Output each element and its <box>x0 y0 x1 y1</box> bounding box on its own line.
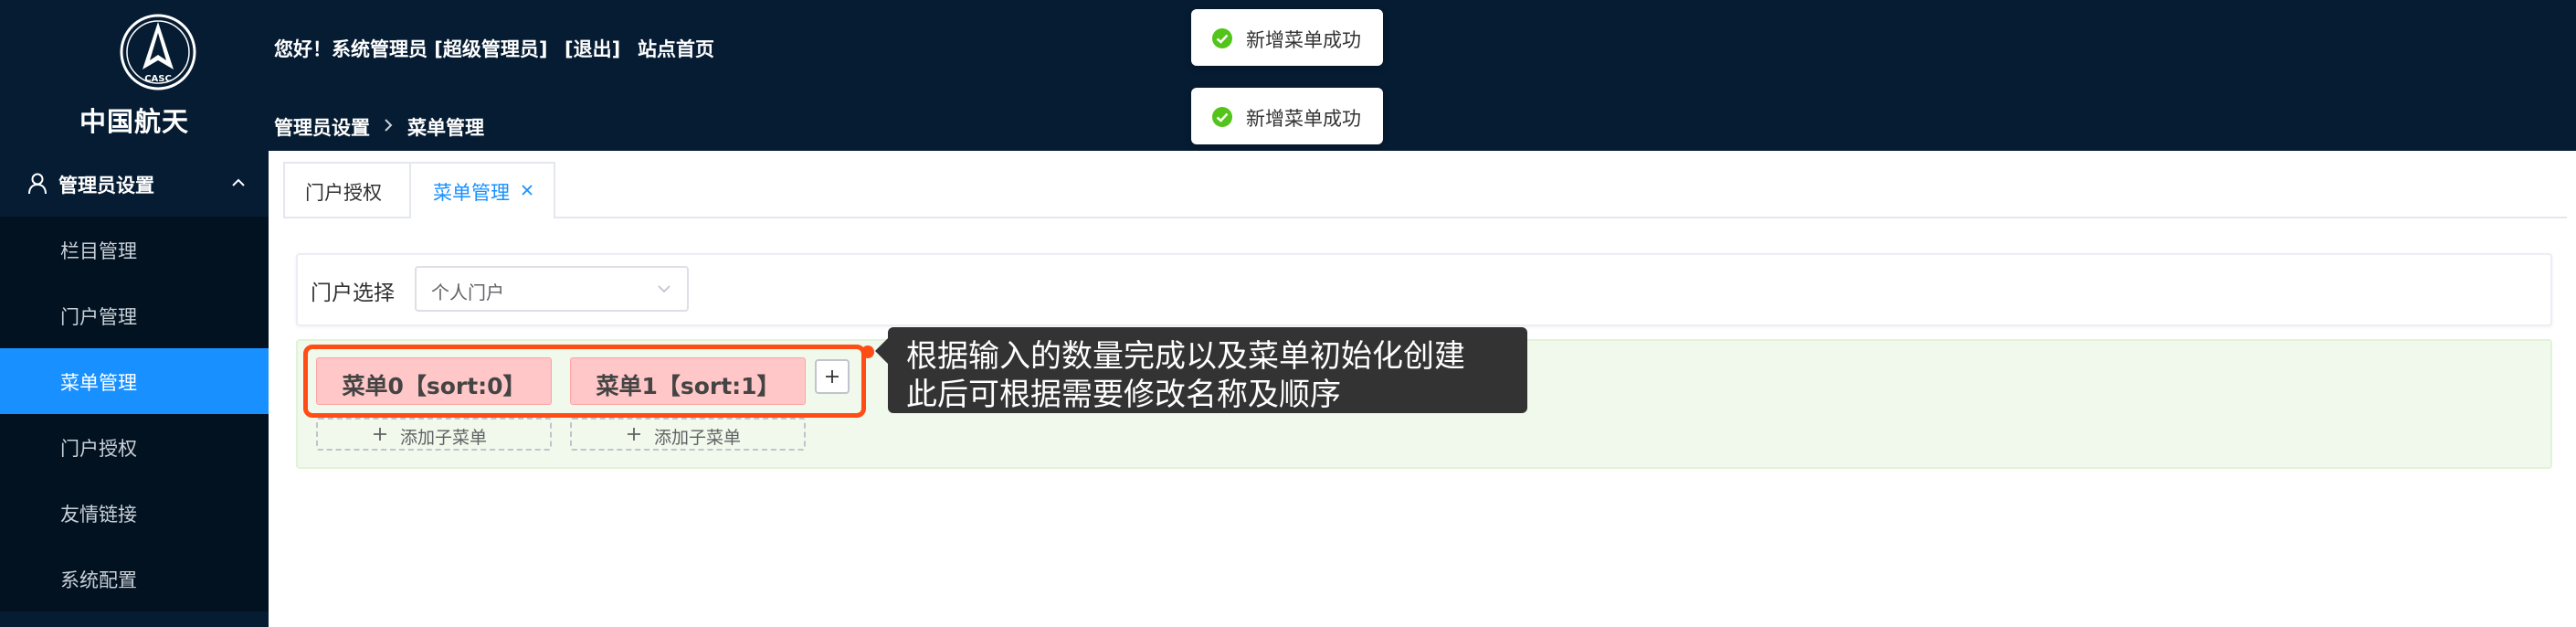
add-menu-button[interactable] <box>815 359 850 394</box>
casc-emblem-icon: CASC <box>120 14 196 90</box>
add-submenu-button[interactable]: 添加子菜单 <box>316 418 552 451</box>
portal-select-row: 门户选择 个人门户 <box>296 253 2552 326</box>
menu-item-label: 菜单0【sort:0】 <box>342 373 526 399</box>
sidebar-item-label: 友情链接 <box>60 504 137 526</box>
user-icon <box>28 173 47 195</box>
portal-select-label: 门户选择 <box>311 282 395 305</box>
sidebar-item-label: 栏目管理 <box>60 240 137 262</box>
sidebar-item-portal-management[interactable]: 门户管理 <box>0 282 269 348</box>
menu-item-chip[interactable]: 菜单0【sort:0】 <box>316 357 552 405</box>
sidebar-item-column-management[interactable]: 栏目管理 <box>0 217 269 282</box>
app-root: CASC 中国航天 管理员设置 栏目管理 门户管理 菜单管理 门户授权 友情链接… <box>0 0 2576 627</box>
tab-bar: 门户授权 菜单管理 <box>283 162 2567 218</box>
greeting-text: 您好！系统管理员 [超级管理员] <box>274 38 548 60</box>
check-circle-icon <box>1212 28 1232 48</box>
portal-select[interactable]: 个人门户 <box>415 266 689 312</box>
tab-label: 菜单管理 <box>433 182 510 204</box>
plus-icon <box>826 370 839 383</box>
sidebar-item-menu-management[interactable]: 菜单管理 <box>0 348 269 414</box>
add-submenu-label: 添加子菜单 <box>400 428 488 448</box>
chevron-down-icon <box>658 285 670 293</box>
menu-item-label: 菜单1【sort:1】 <box>596 373 780 399</box>
success-toast: 新增菜单成功 <box>1191 9 1383 66</box>
check-circle-icon <box>1212 107 1232 127</box>
sidebar-item-label: 门户授权 <box>60 438 137 460</box>
breadcrumb-item-menu-management: 菜单管理 <box>407 117 484 139</box>
portal-select-value: 个人门户 <box>431 282 504 303</box>
tab-portal-authorization[interactable]: 门户授权 <box>283 162 411 217</box>
plus-icon <box>628 428 640 441</box>
sidebar-group-admin-settings[interactable]: 管理员设置 <box>0 151 269 217</box>
tab-label: 门户授权 <box>305 182 382 204</box>
close-icon[interactable] <box>521 184 533 197</box>
chevron-up-icon <box>232 178 245 186</box>
add-submenu-label: 添加子菜单 <box>654 428 742 448</box>
emblem-text: CASC <box>144 74 172 84</box>
callout-tail <box>875 338 888 364</box>
toast-message: 新增菜单成功 <box>1246 108 1361 130</box>
callout-line-2: 此后可根据需要修改名称及顺序 <box>906 377 1341 413</box>
annotation-callout: 根据输入的数量完成以及菜单初始化创建 此后可根据需要修改名称及顺序 <box>875 327 1527 413</box>
tab-menu-management[interactable]: 菜单管理 <box>409 162 555 218</box>
menu-item-chip[interactable]: 菜单1【sort:1】 <box>570 357 806 405</box>
logo: CASC 中国航天 <box>0 0 269 151</box>
chevron-right-icon <box>385 119 393 132</box>
highlight-dot <box>861 345 874 358</box>
sidebar-group-label: 管理员设置 <box>58 175 154 197</box>
brand-name: 中国航天 <box>79 106 189 137</box>
sidebar-item-system-config[interactable]: 系统配置 <box>0 546 269 611</box>
toast-message: 新增菜单成功 <box>1246 29 1361 51</box>
plus-icon <box>374 428 386 441</box>
sidebar-item-label: 系统配置 <box>60 569 137 591</box>
breadcrumb-item-admin-settings[interactable]: 管理员设置 <box>274 113 370 141</box>
sidebar-item-portal-authorization[interactable]: 门户授权 <box>0 414 269 480</box>
sidebar-item-label: 菜单管理 <box>60 372 137 394</box>
add-submenu-button[interactable]: 添加子菜单 <box>570 418 806 451</box>
site-home-link[interactable]: 站点首页 <box>638 35 714 62</box>
success-toast: 新增菜单成功 <box>1191 88 1383 144</box>
sidebar-item-label: 门户管理 <box>60 306 137 328</box>
logout-link[interactable]: [退出] <box>565 35 620 62</box>
sidebar: CASC 中国航天 管理员设置 栏目管理 门户管理 菜单管理 门户授权 友情链接… <box>0 0 269 627</box>
sidebar-item-friendly-links[interactable]: 友情链接 <box>0 480 269 546</box>
